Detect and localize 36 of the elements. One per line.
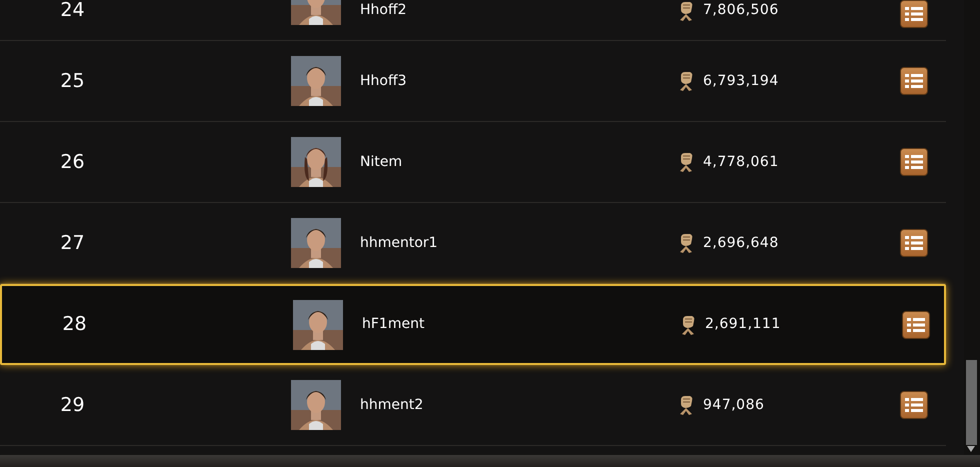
player-name: hhmentor1 <box>360 234 439 252</box>
list-button[interactable] <box>900 148 928 176</box>
list-icon <box>905 235 923 251</box>
ranking-row[interactable]: 26 Nitem 4,778,061 <box>0 122 946 203</box>
list-icon <box>905 73 923 89</box>
player-name: hF1ment <box>362 315 426 334</box>
player-name: Hhoff2 <box>360 1 408 20</box>
list-button[interactable] <box>900 229 928 257</box>
rank-number: 28 <box>61 312 88 338</box>
list-button[interactable] <box>902 310 930 338</box>
scrollbar-thumb[interactable] <box>966 360 977 445</box>
ranking-row[interactable]: 29 hhment2 947,086 <box>0 365 946 446</box>
rank-number: 24 <box>59 0 86 21</box>
rank-number: 26 <box>59 150 86 175</box>
list-icon <box>905 6 923 22</box>
score-value: 4,778,061 <box>703 152 780 172</box>
list-button[interactable] <box>900 67 928 95</box>
rank-number: 25 <box>59 68 86 94</box>
list-icon <box>905 397 923 413</box>
score-value: 6,793,194 <box>703 72 780 90</box>
rank-number: 29 <box>59 392 86 418</box>
list-button[interactable] <box>900 0 928 28</box>
player-name: Nitem <box>360 152 404 172</box>
player-name: Hhoff3 <box>360 72 408 90</box>
list-icon <box>905 154 923 170</box>
score-value: 2,696,648 <box>703 234 780 252</box>
player-name: hhment2 <box>360 396 424 414</box>
ranking-row[interactable]: 28 hF1ment 2,691,111 <box>0 284 946 365</box>
score-value: 2,691,111 <box>705 315 782 334</box>
score-value: 7,806,506 <box>703 1 780 20</box>
score-value: 947,086 <box>703 396 766 414</box>
ranking-row[interactable]: 24 Hhoff2 7,806,506 <box>0 0 946 41</box>
list-icon <box>907 316 925 332</box>
rank-number: 27 <box>59 230 86 256</box>
list-button[interactable] <box>900 391 928 419</box>
ranking-row[interactable]: 25 Hhoff3 6,793,194 <box>0 41 946 122</box>
